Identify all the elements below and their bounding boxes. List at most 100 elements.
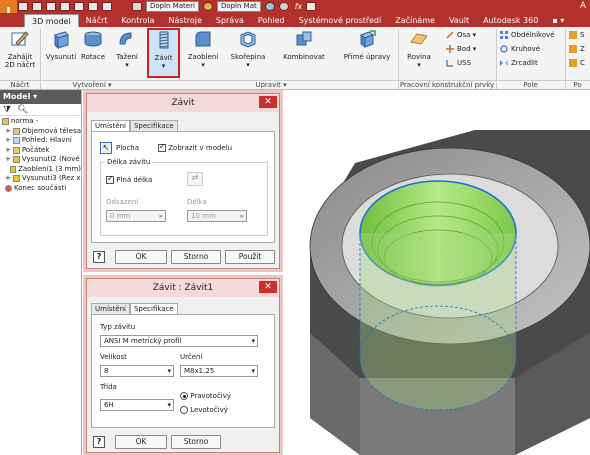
size-select[interactable]: 8 ▾ xyxy=(100,365,174,377)
material-icon xyxy=(132,2,142,11)
flip-direction-icon[interactable]: ⇄ xyxy=(187,172,203,186)
fx-icon[interactable]: fx xyxy=(295,2,303,11)
undo-icon[interactable] xyxy=(60,2,70,11)
material-dropdown[interactable]: Dopln Materi xyxy=(146,1,199,12)
help-icon[interactable]: ? xyxy=(93,436,105,448)
more-icon[interactable] xyxy=(306,2,317,11)
fillet-button[interactable]: Zaoblení ▾ xyxy=(186,29,220,69)
cancel-button[interactable]: Storno xyxy=(171,250,221,264)
title-bar: Dopln Materi Dopln Mat fx A xyxy=(0,0,590,13)
thread-dialog-title-bar[interactable]: Závit ✕ xyxy=(87,94,279,112)
tab-specification[interactable]: Specifikace xyxy=(129,303,178,314)
tab-tools[interactable]: Nástroje xyxy=(162,14,209,27)
thread-edit-dialog-title-bar[interactable]: Závit : Závit1 ✕ xyxy=(87,279,279,297)
extrude-icon xyxy=(12,175,20,183)
extrude-button[interactable]: Vysunutí xyxy=(44,29,78,61)
tree-item-root[interactable]: norma - xyxy=(0,117,81,127)
length-input[interactable]: 10 mm ▸ xyxy=(187,210,247,222)
group-create[interactable]: Vytvoření ▾ xyxy=(40,80,144,90)
thread-icon xyxy=(159,31,168,49)
tree-item-extrusion2[interactable]: + Vysunutí2 (Nové xyxy=(0,155,81,165)
offset-input[interactable]: 0 mm ▸ xyxy=(106,210,166,222)
rectangular-pattern-button[interactable]: Obdélníkové xyxy=(500,31,555,39)
tree-item-solid-bodies[interactable]: + Objemová tělesa xyxy=(0,127,81,137)
direct-edit-icon xyxy=(359,30,376,48)
tree-item-fillet1[interactable]: Zaoblení1 (3 mm) xyxy=(0,165,81,175)
group-modify[interactable]: Upravit ▾ xyxy=(144,80,398,90)
close-icon[interactable]: ✕ xyxy=(259,281,277,293)
ok-button[interactable]: OK xyxy=(115,250,167,264)
open-file-icon[interactable] xyxy=(32,2,42,11)
full-length-checkbox[interactable]: Plná délka xyxy=(106,174,152,184)
tab-view[interactable]: Pohled xyxy=(251,14,292,27)
tab-inspect[interactable]: Kontrola xyxy=(114,14,161,27)
shell-button[interactable]: Skořepina ▾ xyxy=(228,29,268,69)
sweep-icon xyxy=(119,32,132,45)
rectangular-pattern-icon xyxy=(500,31,508,39)
work-plane-button[interactable]: Rovina ▾ xyxy=(404,29,434,69)
thread-button[interactable]: Závit ▾ xyxy=(147,28,180,78)
clear-appearance-icon[interactable] xyxy=(264,2,275,11)
tab-environments[interactable]: Systémové prostředí xyxy=(292,14,389,27)
direct-edit-button[interactable]: Přímé úpravy xyxy=(341,29,393,61)
mirror-button[interactable]: Zrcadlit xyxy=(500,59,538,67)
tree-item-extrusion3[interactable]: + Vysunutí3 (Řez x xyxy=(0,174,81,184)
select-icon[interactable] xyxy=(102,2,112,11)
more-tool-2[interactable]: Z xyxy=(569,45,585,53)
save-icon[interactable] xyxy=(46,2,56,11)
show-in-model-checkbox[interactable]: Zobrazit v modelu xyxy=(158,142,232,152)
cancel-button[interactable]: Storno xyxy=(171,435,221,449)
fillet-icon xyxy=(195,31,211,47)
tab-get-started[interactable]: Začínáme xyxy=(388,14,442,27)
face-selector[interactable]: ↖ Plocha xyxy=(100,142,139,154)
ucs-button[interactable]: USS xyxy=(446,59,471,67)
folder-icon xyxy=(12,127,20,135)
left-hand-radio[interactable]: Levotočivý xyxy=(180,406,228,414)
redo-icon[interactable] xyxy=(74,2,84,11)
more-tool-3[interactable]: C xyxy=(569,59,585,67)
combine-button[interactable]: Kombinovat xyxy=(280,29,328,61)
group-pattern: Pole xyxy=(496,80,565,90)
tab-specification[interactable]: Specifikace xyxy=(129,120,178,131)
right-hand-radio[interactable]: Pravotočivý xyxy=(180,392,231,400)
tab-overflow[interactable]: ▪ ▾ xyxy=(545,14,571,27)
find-icon[interactable]: 🔍︎ xyxy=(17,105,28,115)
tab-location[interactable]: Umístění xyxy=(91,303,130,314)
work-axis-button[interactable]: Osa ▾ xyxy=(446,31,476,39)
chevron-down-icon: ▾ xyxy=(167,401,171,409)
tree-item-origin[interactable]: + Počátek xyxy=(0,146,81,156)
group-work-features: Pracovní konstrukční prvky xyxy=(398,80,496,89)
start-sketch-button[interactable]: Zahájit 2D náčrt xyxy=(2,29,38,69)
home-icon[interactable] xyxy=(88,2,98,11)
circular-pattern-button[interactable]: Kruhové xyxy=(500,45,540,53)
filter-icon[interactable]: ⧩ xyxy=(3,105,11,115)
work-point-button[interactable]: Bod ▾ xyxy=(446,45,476,53)
browser-title[interactable]: Model ▾ xyxy=(0,90,81,104)
nut-model[interactable] xyxy=(300,118,590,455)
apply-button[interactable]: Použít xyxy=(225,250,275,264)
sweep-button[interactable]: Tažení ▾ xyxy=(110,29,144,69)
tab-3d-model[interactable]: 3D model xyxy=(24,14,79,27)
revolve-button[interactable]: Rotace xyxy=(78,29,108,61)
ok-button[interactable]: OK xyxy=(115,435,167,449)
chevron-down-icon: ▾ xyxy=(251,337,255,345)
more-tool-1[interactable]: S xyxy=(569,31,584,39)
tab-vault[interactable]: Vault xyxy=(442,14,476,27)
tree-item-view[interactable]: + Pohled: Hlavní xyxy=(0,136,81,146)
class-select[interactable]: 6H ▾ xyxy=(100,399,174,411)
adjust-icon[interactable] xyxy=(278,2,289,11)
appearance-dropdown[interactable]: Dopln Mat xyxy=(216,1,261,12)
ribbon-tabs: 3D model Náčrt Kontrola Nástroje Správa … xyxy=(0,13,590,27)
group-sketch[interactable]: Náčrt xyxy=(0,80,40,90)
tree-item-end-of-part[interactable]: Konec součásti xyxy=(0,184,81,194)
new-file-icon[interactable] xyxy=(18,2,28,11)
close-icon[interactable]: ✕ xyxy=(259,96,277,108)
help-icon[interactable]: ? xyxy=(93,251,105,263)
tab-sketch[interactable]: Náčrt xyxy=(79,14,115,27)
appearance-icon xyxy=(202,2,213,11)
tab-location[interactable]: Umístění xyxy=(91,120,130,131)
tab-autodesk-360[interactable]: Autodesk 360 xyxy=(476,14,545,27)
tab-manage[interactable]: Správa xyxy=(209,14,251,27)
thread-type-select[interactable]: ANSI M metrický profil ▾ xyxy=(100,335,258,347)
designation-select[interactable]: M8x1.25 ▾ xyxy=(180,365,258,377)
